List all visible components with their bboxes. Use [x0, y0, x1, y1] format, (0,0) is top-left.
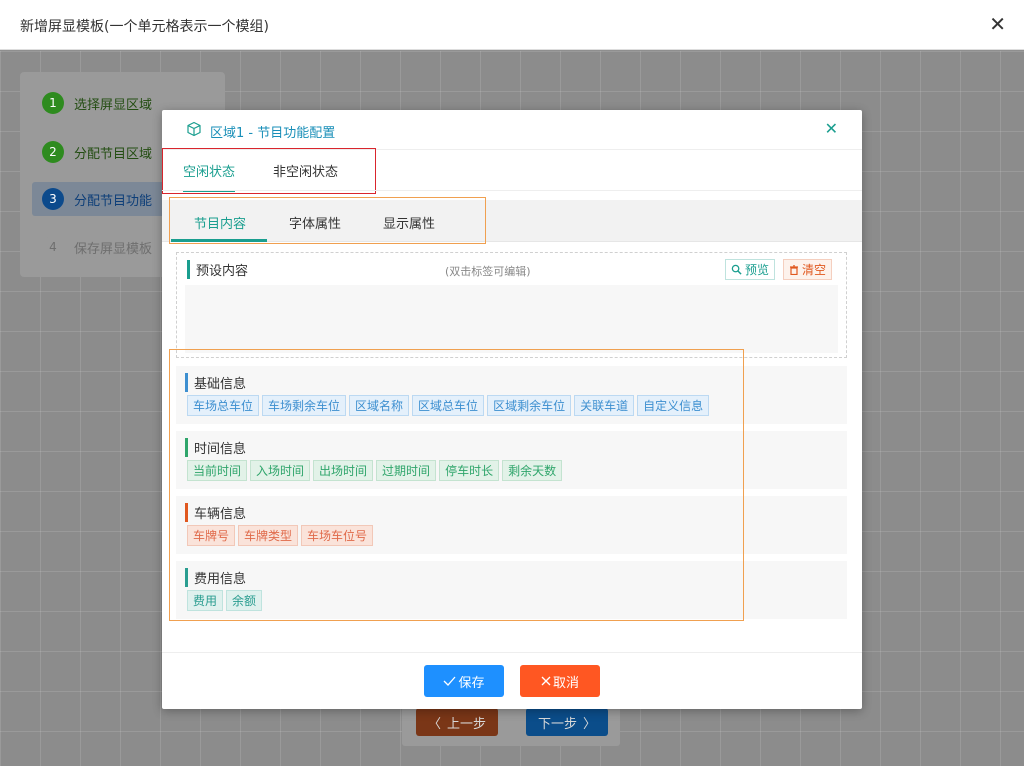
preset-content-panel: 预设内容 (双击标签可编辑) 预览 清空	[176, 252, 847, 358]
step-number: 4	[42, 236, 64, 258]
function-config-modal: 区域1 - 节目功能配置 ✕ 空闲状态 非空闲状态 节目内容 字体属性 显示属性…	[162, 110, 862, 709]
dialog-header: 新增屏显模板(一个单元格表示一个模组) ✕	[0, 0, 1024, 50]
save-button[interactable]: 保存	[424, 665, 504, 697]
tab-program-content[interactable]: 节目内容	[194, 213, 246, 232]
step-label: 选择屏显区域	[74, 97, 153, 113]
preset-hint: (双击标签可编辑)	[445, 265, 531, 278]
preset-drop-area[interactable]	[185, 285, 838, 353]
tag-groups-highlight	[169, 349, 744, 621]
next-step-button[interactable]: 下一步 〉	[526, 708, 608, 736]
chevron-right-icon: 〉	[583, 716, 597, 732]
clear-button[interactable]: 清空	[783, 259, 833, 280]
trash-icon	[790, 264, 798, 275]
tab-busy-state[interactable]: 非空闲状态	[273, 161, 338, 190]
tab-idle-state[interactable]: 空闲状态	[183, 161, 236, 192]
prev-step-button[interactable]: 〈 上一步	[416, 708, 498, 736]
tab-font-properties[interactable]: 字体属性	[289, 213, 341, 232]
tab-display-properties[interactable]: 显示属性	[383, 213, 435, 232]
divider	[162, 190, 862, 191]
preview-button[interactable]: 预览	[725, 259, 776, 280]
modal-header: 区域1 - 节目功能配置 ✕	[162, 110, 862, 150]
next-step-label: 下一步	[537, 716, 577, 732]
step-number: 1	[42, 92, 64, 114]
preset-header: 预设内容	[187, 260, 248, 279]
step-label: 保存屏显模板	[74, 241, 153, 257]
state-tabs: 空闲状态 非空闲状态	[162, 148, 376, 194]
close-icon	[541, 676, 551, 686]
prev-step-label: 上一步	[447, 716, 487, 732]
modal-title: 区域1 - 节目功能配置	[210, 126, 336, 141]
preview-label: 预览	[745, 263, 770, 277]
step-label: 分配节目功能	[74, 193, 153, 209]
cancel-button[interactable]: 取消	[520, 665, 600, 697]
dialog-title: 新增屏显模板(一个单元格表示一个模组)	[20, 19, 269, 35]
close-icon[interactable]: ✕	[989, 12, 1006, 36]
content-tabs: 节目内容 字体属性 显示属性	[169, 197, 486, 244]
step-label: 分配节目区域	[74, 146, 153, 162]
footer-divider	[162, 652, 862, 653]
step-number: 2	[42, 141, 64, 163]
cube-icon	[187, 121, 201, 137]
chevron-left-icon: 〈	[427, 716, 441, 732]
modal-close-icon[interactable]: ✕	[825, 119, 838, 138]
active-tab-indicator	[171, 239, 267, 242]
clear-label: 清空	[802, 263, 827, 277]
cancel-label: 取消	[552, 675, 579, 691]
search-icon	[731, 264, 742, 275]
check-icon	[444, 676, 456, 686]
save-label: 保存	[458, 675, 485, 691]
step-number: 3	[42, 188, 64, 210]
